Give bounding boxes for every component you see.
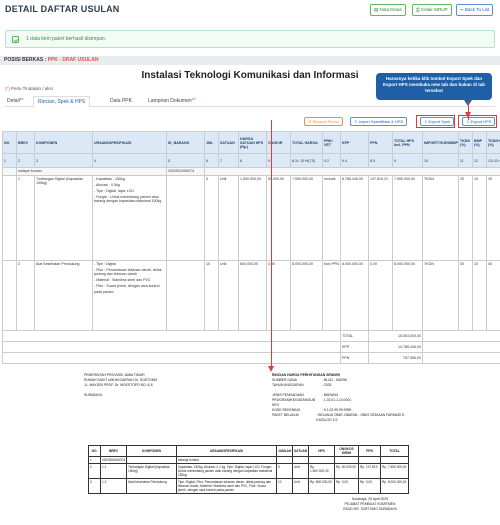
col-header: KPP [340, 131, 369, 154]
col-header: TKDN (%) [458, 131, 473, 154]
col-header: IMPORT/TKDN/BMP [422, 131, 459, 154]
col-header: URAIAN/SPESIFIKASI [92, 131, 167, 154]
tab-detail[interactable]: Detail** [7, 96, 24, 106]
col-header: TOTAL HPS Incl. PPN [392, 131, 423, 154]
top-bar: DETAIL DAFTAR USULAN ▤ Nota Dinas ⎙ Ceta… [0, 0, 500, 22]
tab-rincian-spek-hps[interactable]: Rincian, Spek & HPS [33, 96, 91, 108]
doc-table: NO. BREV KOMPONEN URAIAN/SPESIFIKASI JUM… [88, 445, 409, 494]
doc-signature: Surabaya, 29 April 2025 PEJABAT PEMBUAT … [343, 497, 397, 511]
check-icon [12, 36, 19, 43]
posisi-berkas: POSISI BERKAS : PPK - DRAF USULAN [0, 56, 500, 65]
doc-right-header: RINCIAN HARGA PERHITUNGAN SENDIRI SUMBER… [272, 373, 406, 422]
col-header: SATUAN [218, 131, 239, 154]
annotation-arrow-head [465, 112, 471, 118]
total-row: TOTAL 15.553.000,00 [2, 330, 500, 342]
annotation-arrow-line [271, 120, 272, 368]
col-header: PPN [368, 131, 393, 154]
col-header: BMP (%) [472, 131, 487, 154]
doc-table-row: 2 1.1 Timbangan Digital (Kapasitas 150kg… [88, 463, 409, 479]
col-header: HARGA SATUAN HPS (Rp.) [238, 131, 267, 154]
table-group-row: sudspe furnost 0302501050074 [2, 167, 500, 176]
table-row: 1 Timbangan Digital (Kapasitas 150kg) - … [2, 175, 500, 261]
tab-lampiran-dokumen[interactable]: Lampiran Dokumen** [148, 96, 196, 106]
ppn-row: PPN 767.555,00 [2, 352, 500, 364]
page-title: DETAIL DAFTAR USULAN [5, 4, 120, 14]
table-header-row: NO BREV KOMPONEN URAIAN/SPESIFIKASI ID_B… [2, 131, 500, 154]
nota-dinas-button[interactable]: ▤ Nota Dinas [370, 4, 406, 16]
kpp-row: KPP 14.785.445,00 [2, 341, 500, 353]
import-spek-hps-button[interactable]: ⇪ Import Spesifikasi & HPS [350, 117, 408, 126]
col-header: ID_BARANG [166, 131, 205, 154]
highlight-export-spek [416, 115, 455, 128]
table-row: 2 Alat Kesehatan Pendukung - Tipe : Digi… [2, 260, 500, 331]
col-header: BREV [16, 131, 35, 154]
success-alert: 1 data item paket berhasil disimpan. [5, 30, 495, 48]
export-document-preview: PEMERINTAH PROVINSI JAWA TIMUR RUMAH SAK… [84, 373, 414, 523]
col-header: NO [2, 131, 17, 154]
col-header: KOMPONEN [34, 131, 93, 154]
col-header: TKDN+BMP (%) [486, 131, 500, 154]
riwayat-revisi-button[interactable]: ↺ Riwayat Revisi [304, 117, 343, 126]
highlight-export-hps [458, 115, 497, 128]
required-note: (*) Perlu Tindakan / aksi [5, 86, 53, 91]
col-header: TOTAL HARGA [290, 131, 323, 154]
annotation-callout: Harusnya ketika klik tombol Export Spek … [376, 73, 492, 106]
cetak-sirup-button[interactable]: ⎙ Cetak SIRUP [412, 4, 452, 16]
doc-left-header: PEMERINTAH PROVINSI JAWA TIMUR RUMAH SAK… [84, 373, 158, 397]
doc-table-row: 1 0302501050074 belanja furnitur [88, 456, 409, 464]
rincian-table: NO BREV KOMPONEN URAIAN/SPESIFIKASI ID_B… [2, 131, 500, 364]
table-index-row: 1 2 3 4 5 6 7 8 9 8.3= 10+8(TS) 9.2 9.4 … [2, 153, 500, 168]
col-header: JML [204, 131, 219, 154]
tab-data-ppk[interactable]: Data PPK [110, 96, 132, 106]
doc-table-header: NO. BREV KOMPONEN URAIAN/SPESIFIKASI JUM… [88, 445, 409, 457]
back-to-list-button[interactable]: ⇐ Back To List [456, 4, 494, 16]
col-header: PRK/ VET [322, 131, 341, 154]
alert-message: 1 data item paket berhasil disimpan. [26, 36, 107, 42]
annotation-arrow-head [268, 366, 274, 372]
doc-table-row: 3 1.2 Alat Kesehatan Pendukung Tipe: Dig… [88, 478, 409, 494]
